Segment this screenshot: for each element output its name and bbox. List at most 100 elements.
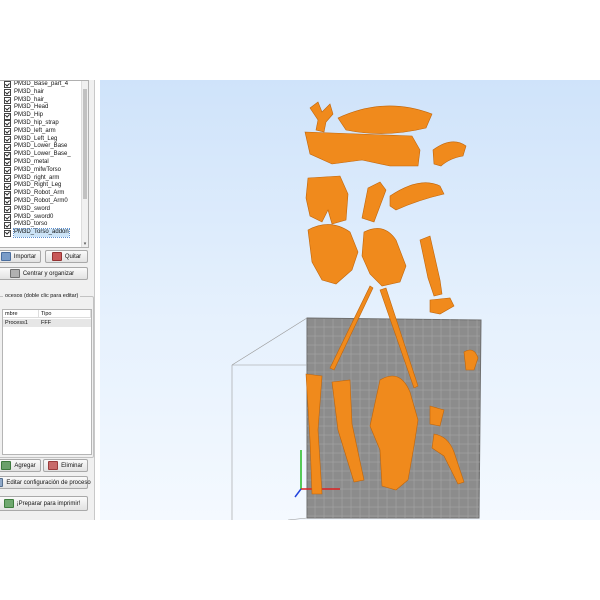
- delete-process-button[interactable]: Eliminar: [43, 459, 88, 472]
- part-label: PM3D_Robot_Arm0: [14, 197, 68, 204]
- arrange-icon: [9, 269, 20, 278]
- part-label: PM3D_right_arm: [14, 174, 60, 181]
- part-checkbox[interactable]: [4, 198, 11, 206]
- part-checkbox[interactable]: [4, 135, 11, 143]
- part-checkbox[interactable]: [4, 221, 11, 229]
- list-item[interactable]: PM3D_Torso_addon: [0, 228, 88, 238]
- table-row[interactable]: Process1 FFF: [3, 319, 91, 327]
- part-label: PM3D_Head: [14, 104, 49, 111]
- list-item[interactable]: PM3D_sword0: [0, 214, 88, 222]
- list-item[interactable]: PM3D_Head: [0, 104, 88, 112]
- list-item[interactable]: PM3D_right_arm: [0, 175, 88, 183]
- delete-label: Eliminar: [61, 462, 83, 469]
- hip-strap-part: [361, 181, 387, 223]
- import-button[interactable]: Importar: [0, 250, 41, 263]
- part-label: PM3D_Torso_addon: [13, 228, 70, 238]
- part-checkbox[interactable]: [4, 151, 11, 159]
- part-checkbox[interactable]: [4, 206, 11, 214]
- add-label: Agregar: [14, 462, 36, 469]
- column-name-header[interactable]: mbre: [3, 310, 39, 318]
- part-label: PM3D_sword: [14, 205, 51, 212]
- list-item[interactable]: PM3D_hair: [0, 89, 88, 97]
- prepare-print-button[interactable]: ¡Preparar para imprimir!: [0, 496, 88, 511]
- parts-scrollbar[interactable]: ▾: [81, 81, 88, 247]
- process-group-title: ocesos (doble clic para editar): [3, 293, 81, 299]
- part-label: PM3D_torso: [14, 221, 48, 228]
- list-item[interactable]: PM3D_Left_Leg: [0, 136, 88, 144]
- hip-part: [305, 175, 349, 225]
- process-table[interactable]: mbre Tipo Process1 FFF: [2, 309, 92, 455]
- list-item[interactable]: PM3D_sword: [0, 206, 88, 214]
- robot-arm-part: [389, 182, 445, 211]
- part-checkbox[interactable]: [4, 213, 11, 221]
- list-item[interactable]: PM3D_Hip: [0, 112, 88, 120]
- part-checkbox[interactable]: [4, 229, 11, 237]
- build-volume: [231, 317, 308, 520]
- part-label: PM3D_Left_Leg: [14, 135, 58, 142]
- part-checkbox[interactable]: [4, 112, 11, 120]
- part-checkbox[interactable]: [4, 81, 11, 89]
- process-type: FFF: [41, 320, 52, 326]
- upper-base-part: [337, 105, 433, 134]
- part-checkbox[interactable]: [4, 96, 11, 104]
- right-arm-part: [419, 235, 443, 297]
- part-label: PM3D_hip_strap: [14, 119, 59, 126]
- list-item[interactable]: PM3D_metal: [0, 159, 88, 167]
- part-checkbox[interactable]: [4, 143, 11, 151]
- scroll-thumb[interactable]: [83, 89, 87, 199]
- center-arrange-button[interactable]: Centrar y organizar: [0, 267, 88, 280]
- part-label: PM3D_left_arm: [14, 127, 56, 134]
- list-item[interactable]: PM3D_left_arm: [0, 128, 88, 136]
- part-checkbox[interactable]: [4, 167, 11, 175]
- list-item[interactable]: PM3D_Lower_Base: [0, 143, 88, 151]
- edit-settings-icon: [0, 478, 4, 487]
- parts-items: PM3D_Base_part_4 PM3D_hair PM3D_hair_ PM3D_…: [0, 81, 88, 238]
- edit-process-label: Editar configuración de proceso: [6, 479, 91, 486]
- list-item[interactable]: PM3D_Lower_Base_: [0, 151, 88, 159]
- scene-svg[interactable]: [100, 80, 600, 520]
- part-label: PM3D_Lower_Base_: [14, 151, 71, 158]
- list-item[interactable]: PM3D_hair_: [0, 97, 88, 105]
- part-checkbox[interactable]: [4, 159, 11, 167]
- part-checkbox[interactable]: [4, 104, 11, 112]
- slicer-app: PM3D_Base_part_4 PM3D_hair PM3D_hair_ PM3D_…: [0, 80, 600, 520]
- 3d-viewport[interactable]: [100, 80, 600, 520]
- part-label: PM3D_Lower_Base: [14, 143, 68, 150]
- part-checkbox[interactable]: [4, 182, 11, 190]
- part-label: PM3D_hair_: [14, 96, 48, 103]
- part-label: PM3D_Robot_Arm: [14, 190, 65, 197]
- delete-icon: [48, 461, 59, 470]
- list-item[interactable]: PM3D_Base_part_4: [0, 81, 88, 89]
- part-checkbox[interactable]: [4, 89, 11, 97]
- remove-button[interactable]: Quitar: [45, 250, 88, 263]
- list-item[interactable]: PM3D_Robot_Arm: [0, 190, 88, 198]
- hand-part: [429, 297, 455, 315]
- part-checkbox[interactable]: [4, 190, 11, 198]
- part-label: PM3D_sword0: [14, 213, 54, 220]
- list-item[interactable]: PM3D_Right_Leg: [0, 182, 88, 190]
- list-item[interactable]: PM3D_hip_strap: [0, 120, 88, 128]
- list-item[interactable]: PM3D_mifwTorso: [0, 167, 88, 175]
- prepare-print-label: ¡Preparar para imprimir!: [16, 500, 81, 507]
- lower-base-part: [304, 131, 421, 167]
- add-process-button[interactable]: Agregar: [0, 459, 41, 472]
- import-icon: [0, 252, 11, 261]
- column-type-header[interactable]: Tipo: [39, 310, 91, 318]
- scroll-down-arrow-icon[interactable]: ▾: [82, 241, 88, 247]
- part-checkbox[interactable]: [4, 174, 11, 182]
- remove-icon: [51, 252, 62, 261]
- parts-list[interactable]: PM3D_Base_part_4 PM3D_hair PM3D_hair_ PM3D_…: [0, 80, 89, 248]
- sidebar: PM3D_Base_part_4 PM3D_hair PM3D_hair_ PM3D_…: [0, 80, 95, 520]
- part-label: PM3D_Hip: [14, 112, 44, 119]
- list-item[interactable]: PM3D_Robot_Arm0: [0, 198, 88, 206]
- hair-accessory-part: [309, 101, 334, 133]
- part-label: PM3D_mifwTorso: [14, 166, 62, 173]
- part-checkbox[interactable]: [4, 128, 11, 136]
- process-group: ocesos (doble clic para editar) mbre Tip…: [0, 293, 94, 458]
- edit-process-button[interactable]: Editar configuración de proceso: [0, 476, 91, 489]
- part-checkbox[interactable]: [4, 120, 11, 128]
- list-item[interactable]: PM3D_torso: [0, 221, 88, 229]
- part-label: PM3D_Base_part_4: [14, 81, 69, 87]
- add-icon: [1, 461, 12, 470]
- part-label: PM3D_Right_Leg: [14, 182, 62, 189]
